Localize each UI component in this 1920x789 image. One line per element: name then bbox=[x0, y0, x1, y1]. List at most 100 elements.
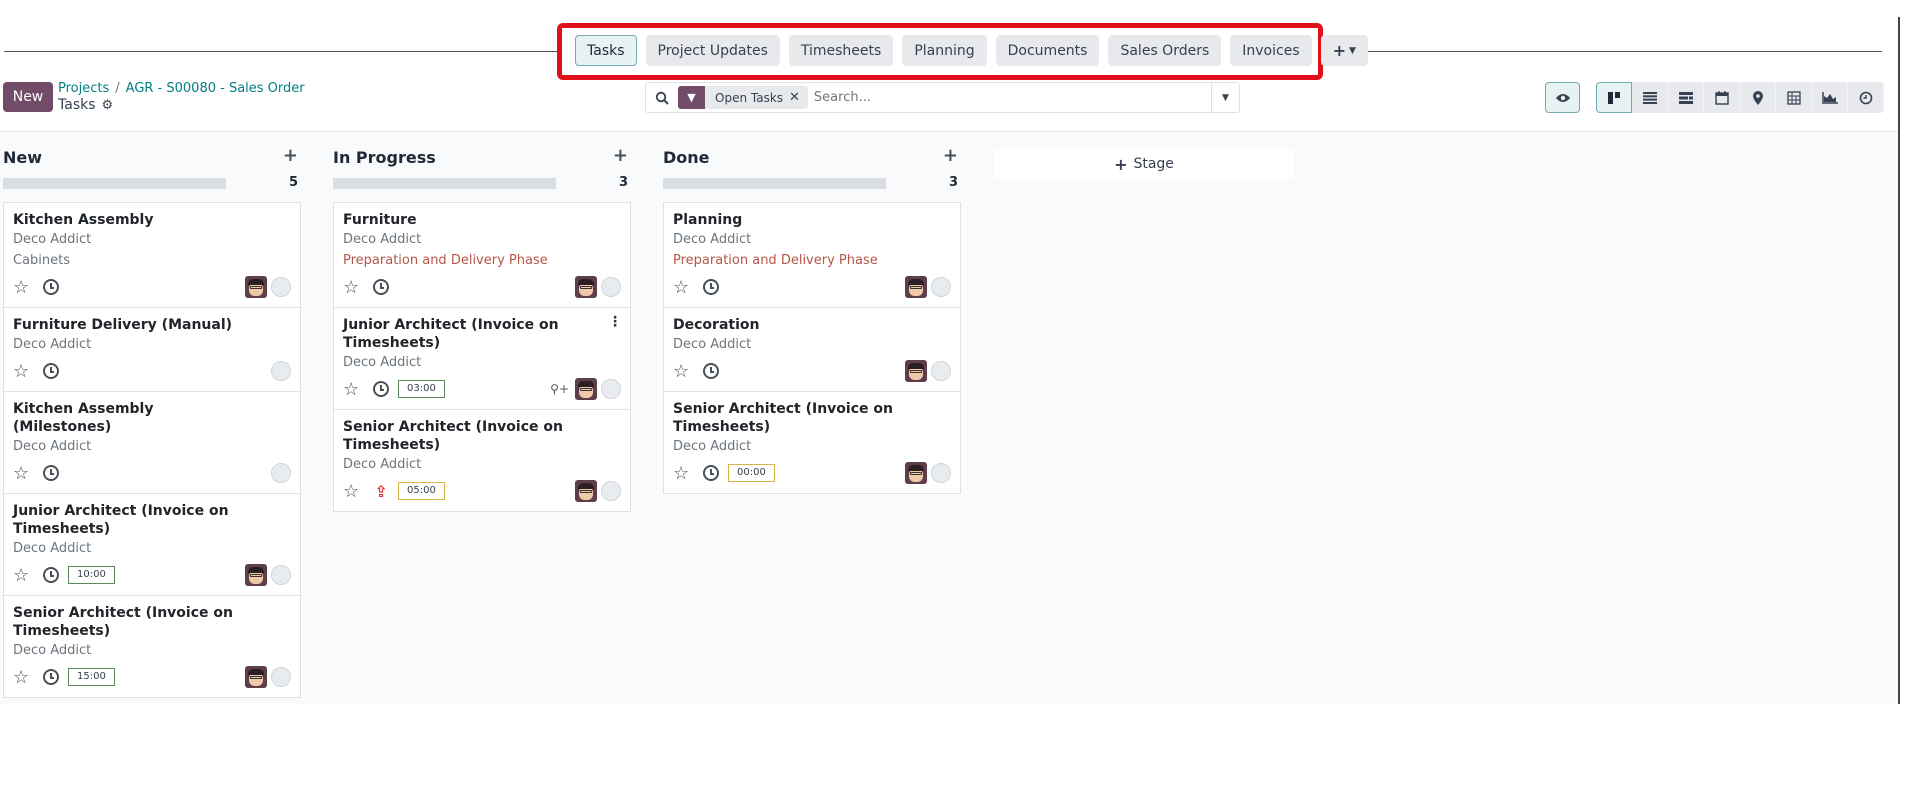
task-title: Furniture Delivery (Manual) bbox=[13, 317, 233, 333]
task-milestone: Preparation and Delivery Phase bbox=[673, 253, 878, 268]
star-icon[interactable]: ☆ bbox=[343, 481, 365, 502]
quick-create-plus-icon[interactable]: + bbox=[613, 145, 628, 166]
column-progress-bar[interactable] bbox=[3, 178, 226, 189]
search-options-toggle[interactable]: ▼ bbox=[1211, 83, 1239, 112]
star-icon[interactable]: ☆ bbox=[343, 379, 365, 400]
status-dot[interactable] bbox=[271, 667, 291, 687]
tab-sales-orders[interactable]: Sales Orders bbox=[1108, 35, 1222, 66]
task-customer: Deco Addict bbox=[13, 541, 92, 556]
tab-planning[interactable]: Planning bbox=[902, 35, 987, 66]
task-card[interactable]: Decoration Deco Addict ☆ bbox=[664, 308, 960, 392]
status-dot[interactable] bbox=[931, 463, 951, 483]
view-graph-button[interactable] bbox=[1812, 82, 1848, 113]
avatar[interactable] bbox=[575, 276, 597, 298]
star-icon[interactable]: ☆ bbox=[13, 277, 35, 298]
task-card[interactable]: Kitchen Assembly Deco Addict Cabinets ☆ bbox=[4, 203, 300, 308]
avatar[interactable] bbox=[905, 360, 927, 382]
activity-clock-icon[interactable] bbox=[43, 363, 59, 379]
avatar[interactable] bbox=[575, 378, 597, 400]
status-dot[interactable] bbox=[271, 277, 291, 297]
status-dot[interactable] bbox=[601, 277, 621, 297]
tab-documents[interactable]: Documents bbox=[995, 35, 1100, 66]
project-tabs: Tasks Project Updates Timesheets Plannin… bbox=[575, 35, 1368, 66]
avatar[interactable] bbox=[905, 462, 927, 484]
status-dot[interactable] bbox=[601, 379, 621, 399]
activity-clock-icon[interactable] bbox=[43, 567, 59, 583]
tab-timesheets[interactable]: Timesheets bbox=[788, 35, 894, 66]
task-card[interactable]: Senior Architect (Invoice on Timesheets)… bbox=[334, 410, 630, 511]
column-progress-bar[interactable] bbox=[663, 178, 886, 189]
avatar[interactable] bbox=[245, 666, 267, 688]
activity-clock-icon[interactable] bbox=[703, 465, 719, 481]
star-icon[interactable]: ☆ bbox=[13, 463, 35, 484]
task-title: Junior Architect (Invoice on Timesheets) bbox=[343, 317, 559, 351]
list-icon bbox=[1642, 91, 1657, 104]
search-icon[interactable] bbox=[646, 91, 678, 105]
tab-more-button[interactable]: + ▼ bbox=[1320, 35, 1368, 66]
search-input[interactable] bbox=[813, 90, 1211, 105]
activity-clock-icon bbox=[1859, 91, 1872, 104]
filter-icon: ▼ bbox=[678, 86, 705, 109]
star-icon[interactable]: ☆ bbox=[673, 277, 695, 298]
view-map-button[interactable] bbox=[1740, 82, 1776, 113]
status-dot[interactable] bbox=[271, 463, 291, 483]
quick-create-plus-icon[interactable]: + bbox=[943, 145, 958, 166]
task-card[interactable]: Furniture Deco Addict Preparation and Deli… bbox=[334, 203, 630, 308]
star-icon[interactable]: ☆ bbox=[673, 361, 695, 382]
remove-facet-icon[interactable]: ✕ bbox=[789, 90, 808, 105]
task-card[interactable]: Planning Deco Addict Preparation and Deliv… bbox=[664, 203, 960, 308]
view-pivot-button[interactable] bbox=[1776, 82, 1812, 113]
add-stage-button[interactable]: + Stage bbox=[995, 149, 1293, 179]
status-dot[interactable] bbox=[931, 277, 951, 297]
tab-project-updates[interactable]: Project Updates bbox=[645, 35, 780, 66]
quick-create-plus-icon[interactable]: + bbox=[283, 145, 298, 166]
view-gantt-button[interactable] bbox=[1668, 82, 1704, 113]
star-icon[interactable]: ☆ bbox=[673, 463, 695, 484]
task-card[interactable]: Senior Architect (Invoice on Timesheets)… bbox=[664, 392, 960, 493]
star-icon[interactable]: ☆ bbox=[343, 277, 365, 298]
upload-activity-icon[interactable]: ⇪ bbox=[373, 482, 389, 501]
activity-clock-icon[interactable] bbox=[43, 465, 59, 481]
view-activity-button[interactable] bbox=[1848, 82, 1884, 113]
status-dot[interactable] bbox=[931, 361, 951, 381]
star-icon[interactable]: ☆ bbox=[13, 361, 35, 382]
status-dot[interactable] bbox=[271, 361, 291, 381]
task-card[interactable]: Kitchen Assembly (Milestones) Deco Addict… bbox=[4, 392, 300, 494]
star-icon[interactable]: ☆ bbox=[13, 667, 35, 688]
status-dot[interactable] bbox=[601, 481, 621, 501]
view-kanban-button[interactable] bbox=[1596, 82, 1632, 113]
column-title[interactable]: Done bbox=[663, 148, 710, 167]
card-footer: ☆ bbox=[13, 460, 291, 486]
toggle-visibility-button[interactable] bbox=[1545, 82, 1580, 113]
view-list-button[interactable] bbox=[1632, 82, 1668, 113]
tab-invoices[interactable]: Invoices bbox=[1230, 35, 1312, 66]
column-title[interactable]: In Progress bbox=[333, 148, 436, 167]
new-button[interactable]: New bbox=[3, 82, 53, 112]
task-card[interactable]: Junior Architect (Invoice on Timesheets)… bbox=[334, 308, 630, 410]
avatar[interactable] bbox=[905, 276, 927, 298]
more-vertical-icon[interactable]: ⋮ bbox=[608, 314, 622, 330]
tab-tasks[interactable]: Tasks bbox=[575, 35, 637, 66]
task-card[interactable]: Furniture Delivery (Manual) Deco Addict ☆ bbox=[4, 308, 300, 392]
star-icon[interactable]: ☆ bbox=[13, 565, 35, 586]
task-card[interactable]: Junior Architect (Invoice on Timesheets)… bbox=[4, 494, 300, 596]
activity-clock-icon[interactable] bbox=[703, 279, 719, 295]
column-progress-bar[interactable] bbox=[333, 178, 556, 189]
activity-clock-icon[interactable] bbox=[43, 279, 59, 295]
avatar[interactable] bbox=[245, 564, 267, 586]
activity-clock-icon[interactable] bbox=[43, 669, 59, 685]
view-calendar-button[interactable] bbox=[1704, 82, 1740, 113]
breadcrumb-projects[interactable]: Projects bbox=[58, 81, 109, 96]
activity-clock-icon[interactable] bbox=[373, 381, 389, 397]
gear-icon[interactable]: ⚙ bbox=[102, 98, 114, 113]
task-card[interactable]: Senior Architect (Invoice on Timesheets)… bbox=[4, 596, 300, 697]
task-title: Senior Architect (Invoice on Timesheets) bbox=[13, 605, 233, 639]
assign-user-icon[interactable]: ⚲+ bbox=[550, 382, 569, 396]
avatar[interactable] bbox=[245, 276, 267, 298]
breadcrumb-project[interactable]: AGR - S00080 - Sales Order bbox=[126, 81, 305, 96]
status-dot[interactable] bbox=[271, 565, 291, 585]
activity-clock-icon[interactable] bbox=[373, 279, 389, 295]
activity-clock-icon[interactable] bbox=[703, 363, 719, 379]
column-title[interactable]: New bbox=[3, 148, 42, 167]
avatar[interactable] bbox=[575, 480, 597, 502]
